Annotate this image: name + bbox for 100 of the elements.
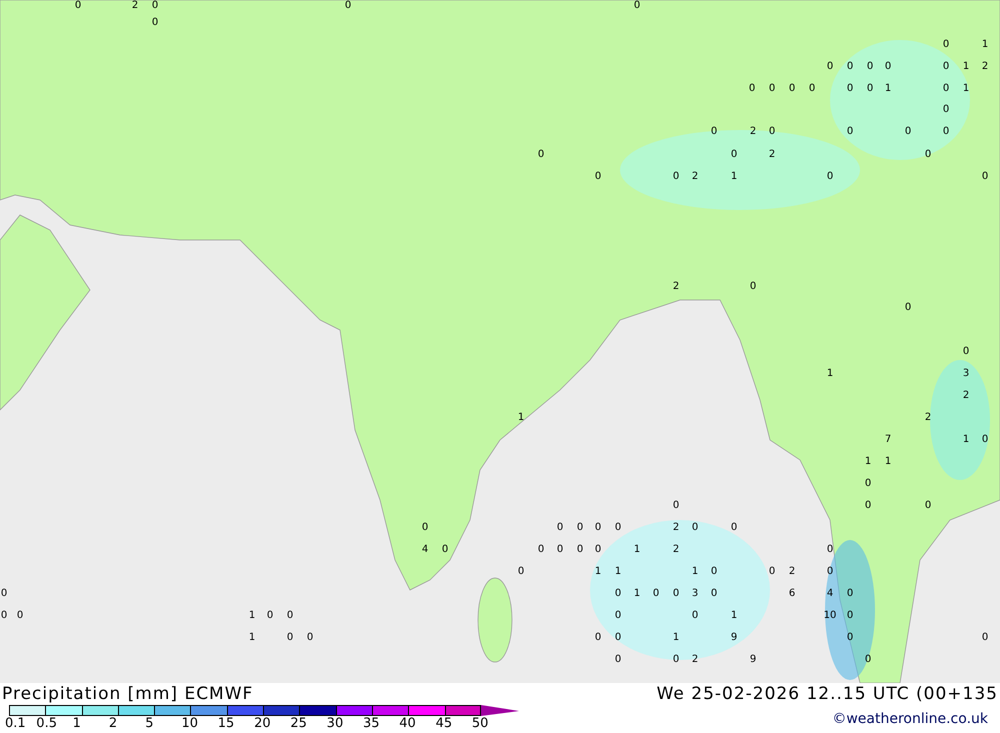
precipitation-value: 1 — [634, 544, 640, 556]
precipitation-value: 0 — [306, 632, 314, 644]
precipitation-value: 4 — [826, 588, 834, 600]
legend-tick-label: 1 — [72, 716, 82, 731]
precipitation-value: 1 — [962, 434, 970, 446]
precipitation-value: 3 — [962, 368, 970, 380]
precipitation-value: 0 — [16, 610, 24, 622]
precipitation-value: 0 — [924, 500, 932, 512]
precipitation-value: 0 — [904, 302, 912, 314]
precipitation-value: 0 — [692, 610, 698, 622]
precipitation-value: 0 — [942, 126, 950, 138]
legend-tick-label: 40 — [399, 716, 417, 731]
precipitation-value: 0 — [518, 566, 524, 578]
precipitation-value: 1 — [864, 456, 872, 468]
precipitation-value: 0 — [74, 0, 82, 12]
precipitation-value: 0 — [442, 544, 448, 556]
precipitation-value: 0 — [614, 610, 622, 622]
precipitation-value: 0 — [982, 434, 988, 446]
legend-tick-label: 5 — [145, 716, 154, 731]
precipitation-value: 0 — [846, 610, 854, 622]
precipitation-value: 0 — [344, 0, 352, 12]
precipitation-value: 2 — [982, 61, 988, 73]
forecast-time: We 25-02-2026 12..15 UTC (00+135 — [656, 683, 998, 705]
precipitation-value: 1 — [730, 171, 738, 183]
precipitation-value: 0 — [942, 61, 950, 73]
precipitation-value: 0 — [152, 0, 158, 12]
precipitation-value: 0 — [962, 346, 970, 358]
precipitation-value: 1 — [594, 566, 602, 578]
precipitation-value: 0 — [556, 544, 564, 556]
precipitation-value: 0 — [152, 17, 158, 29]
precipitation-value: 6 — [788, 588, 796, 600]
precipitation-value: 1 — [518, 412, 524, 424]
precipitation-value: 0 — [672, 500, 680, 512]
precipitation-value: 0 — [538, 544, 544, 556]
legend-tick-label: 2 — [108, 716, 118, 731]
precipitation-value: 2 — [692, 171, 698, 183]
precipitation-value: 2 — [768, 149, 776, 161]
precipitation-value: 0 — [556, 522, 564, 534]
precipitation-value: 1 — [962, 83, 970, 95]
precipitation-value: 0 — [846, 632, 854, 644]
precipitation-value: 0 — [942, 39, 950, 51]
legend-tick-label: 10 — [181, 716, 200, 731]
precipitation-value: 9 — [730, 632, 738, 644]
precipitation-value: 2 — [788, 566, 796, 578]
precipitation-value: 0 — [826, 566, 834, 578]
precipitation-value: 0 — [692, 522, 698, 534]
precipitation-value: 1 — [634, 588, 640, 600]
precipitation-value: 1 — [826, 368, 834, 380]
precipitation-value: 0 — [266, 610, 274, 622]
precipitation-value: 0 — [672, 654, 680, 666]
precipitation-value: 1 — [730, 610, 738, 622]
precipitation-value: 0 — [730, 522, 738, 534]
precipitation-value: 0 — [864, 654, 872, 666]
precipitation-value: 2 — [692, 654, 698, 666]
precipitation-value: 0 — [614, 654, 622, 666]
precipitation-value: 0 — [768, 566, 776, 578]
precipitation-value: 0 — [0, 588, 8, 600]
precipitation-value: 1 — [982, 39, 988, 51]
precipitation-value: 0 — [710, 588, 718, 600]
precipitation-value: 1 — [614, 566, 622, 578]
precipitation-value: 0 — [286, 632, 294, 644]
legend-tick-label: 0.5 — [36, 716, 58, 731]
precipitation-value: 2 — [924, 412, 932, 424]
precipitation-value: 1 — [692, 566, 698, 578]
precipitation-value: 0 — [0, 610, 8, 622]
precipitation-value: 0 — [826, 171, 834, 183]
precipitation-value: 0 — [942, 83, 950, 95]
precipitation-value: 2 — [962, 390, 970, 402]
precipitation-value: 0 — [768, 126, 776, 138]
precipitation-value: 7 — [884, 434, 892, 446]
precipitation-value: 0 — [576, 522, 584, 534]
precipitation-value: 0 — [614, 632, 622, 644]
precipitation-value: 0 — [924, 149, 932, 161]
precipitation-value: 0 — [846, 61, 854, 73]
precipitation-value: 0 — [594, 522, 602, 534]
map-title: Precipitation [mm] ECMWF — [2, 683, 254, 705]
precipitation-value: 0 — [846, 83, 854, 95]
precipitation-value: 0 — [846, 126, 854, 138]
precipitation-value: 0 — [866, 61, 874, 73]
precipitation-value: 0 — [864, 478, 872, 490]
precipitation-value: 0 — [884, 61, 892, 73]
precipitation-value: 0 — [982, 171, 988, 183]
precipitation-value: 3 — [692, 588, 698, 600]
precipitation-value: 0 — [768, 83, 776, 95]
precipitation-value: 0 — [594, 544, 602, 556]
precipitation-value: 2 — [672, 522, 680, 534]
precipitation-value: 0 — [788, 83, 796, 95]
legend-tick-label: 20 — [254, 716, 272, 731]
precipitation-value: 0 — [594, 171, 602, 183]
precipitation-value: 0 — [748, 83, 756, 95]
credit-link[interactable]: ©weatheronline.co.uk — [832, 711, 988, 727]
precipitation-value: 0 — [904, 126, 912, 138]
precipitation-value: 0 — [710, 126, 718, 138]
legend-tick-label: 25 — [290, 716, 308, 731]
precipitation-value: 0 — [710, 566, 718, 578]
legend-tick-label: 15 — [218, 716, 236, 731]
precipitation-value: 0 — [594, 632, 602, 644]
precipitation-value: 0 — [864, 500, 872, 512]
legend-tick-label: 35 — [362, 716, 381, 731]
precipitation-value: 0 — [576, 544, 584, 556]
